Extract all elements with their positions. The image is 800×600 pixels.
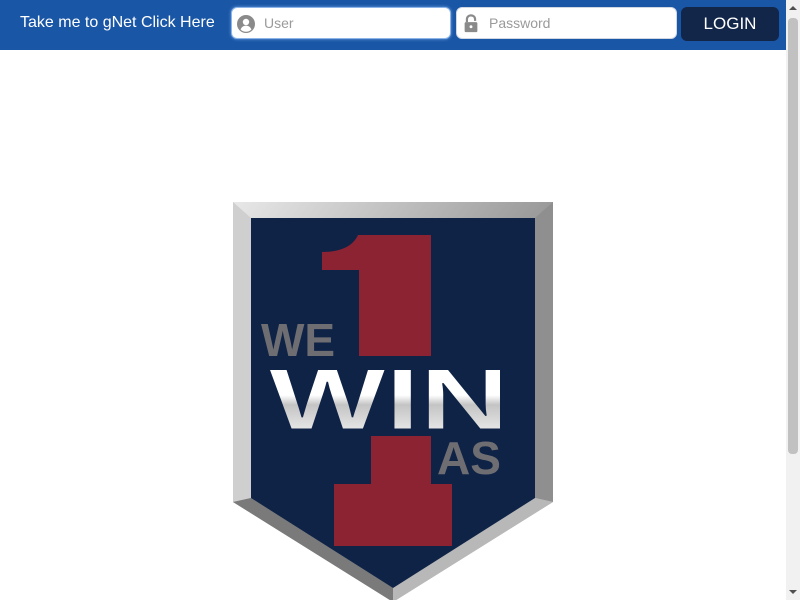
scroll-up-arrow-icon[interactable] [789, 4, 797, 12]
scrollbar-thumb[interactable] [788, 18, 798, 454]
login-button[interactable]: LOGIN [681, 7, 779, 41]
as-text: AS [437, 432, 501, 484]
password-input[interactable] [489, 8, 664, 38]
user-field[interactable] [231, 7, 451, 39]
scroll-down-arrow-icon[interactable] [789, 588, 797, 596]
vertical-scrollbar[interactable] [786, 0, 800, 600]
page: Take me to gNet Click Here LOGIN [0, 0, 800, 600]
gnet-link[interactable]: Take me to gNet Click Here [20, 14, 215, 32]
we-win-as-1-logo: WE WIN AS [233, 202, 553, 600]
top-navigation-bar: Take me to gNet Click Here LOGIN [0, 0, 786, 50]
password-field[interactable] [456, 7, 677, 39]
user-avatar-icon [237, 15, 255, 33]
padlock-icon [464, 14, 478, 33]
user-input[interactable] [264, 8, 439, 38]
